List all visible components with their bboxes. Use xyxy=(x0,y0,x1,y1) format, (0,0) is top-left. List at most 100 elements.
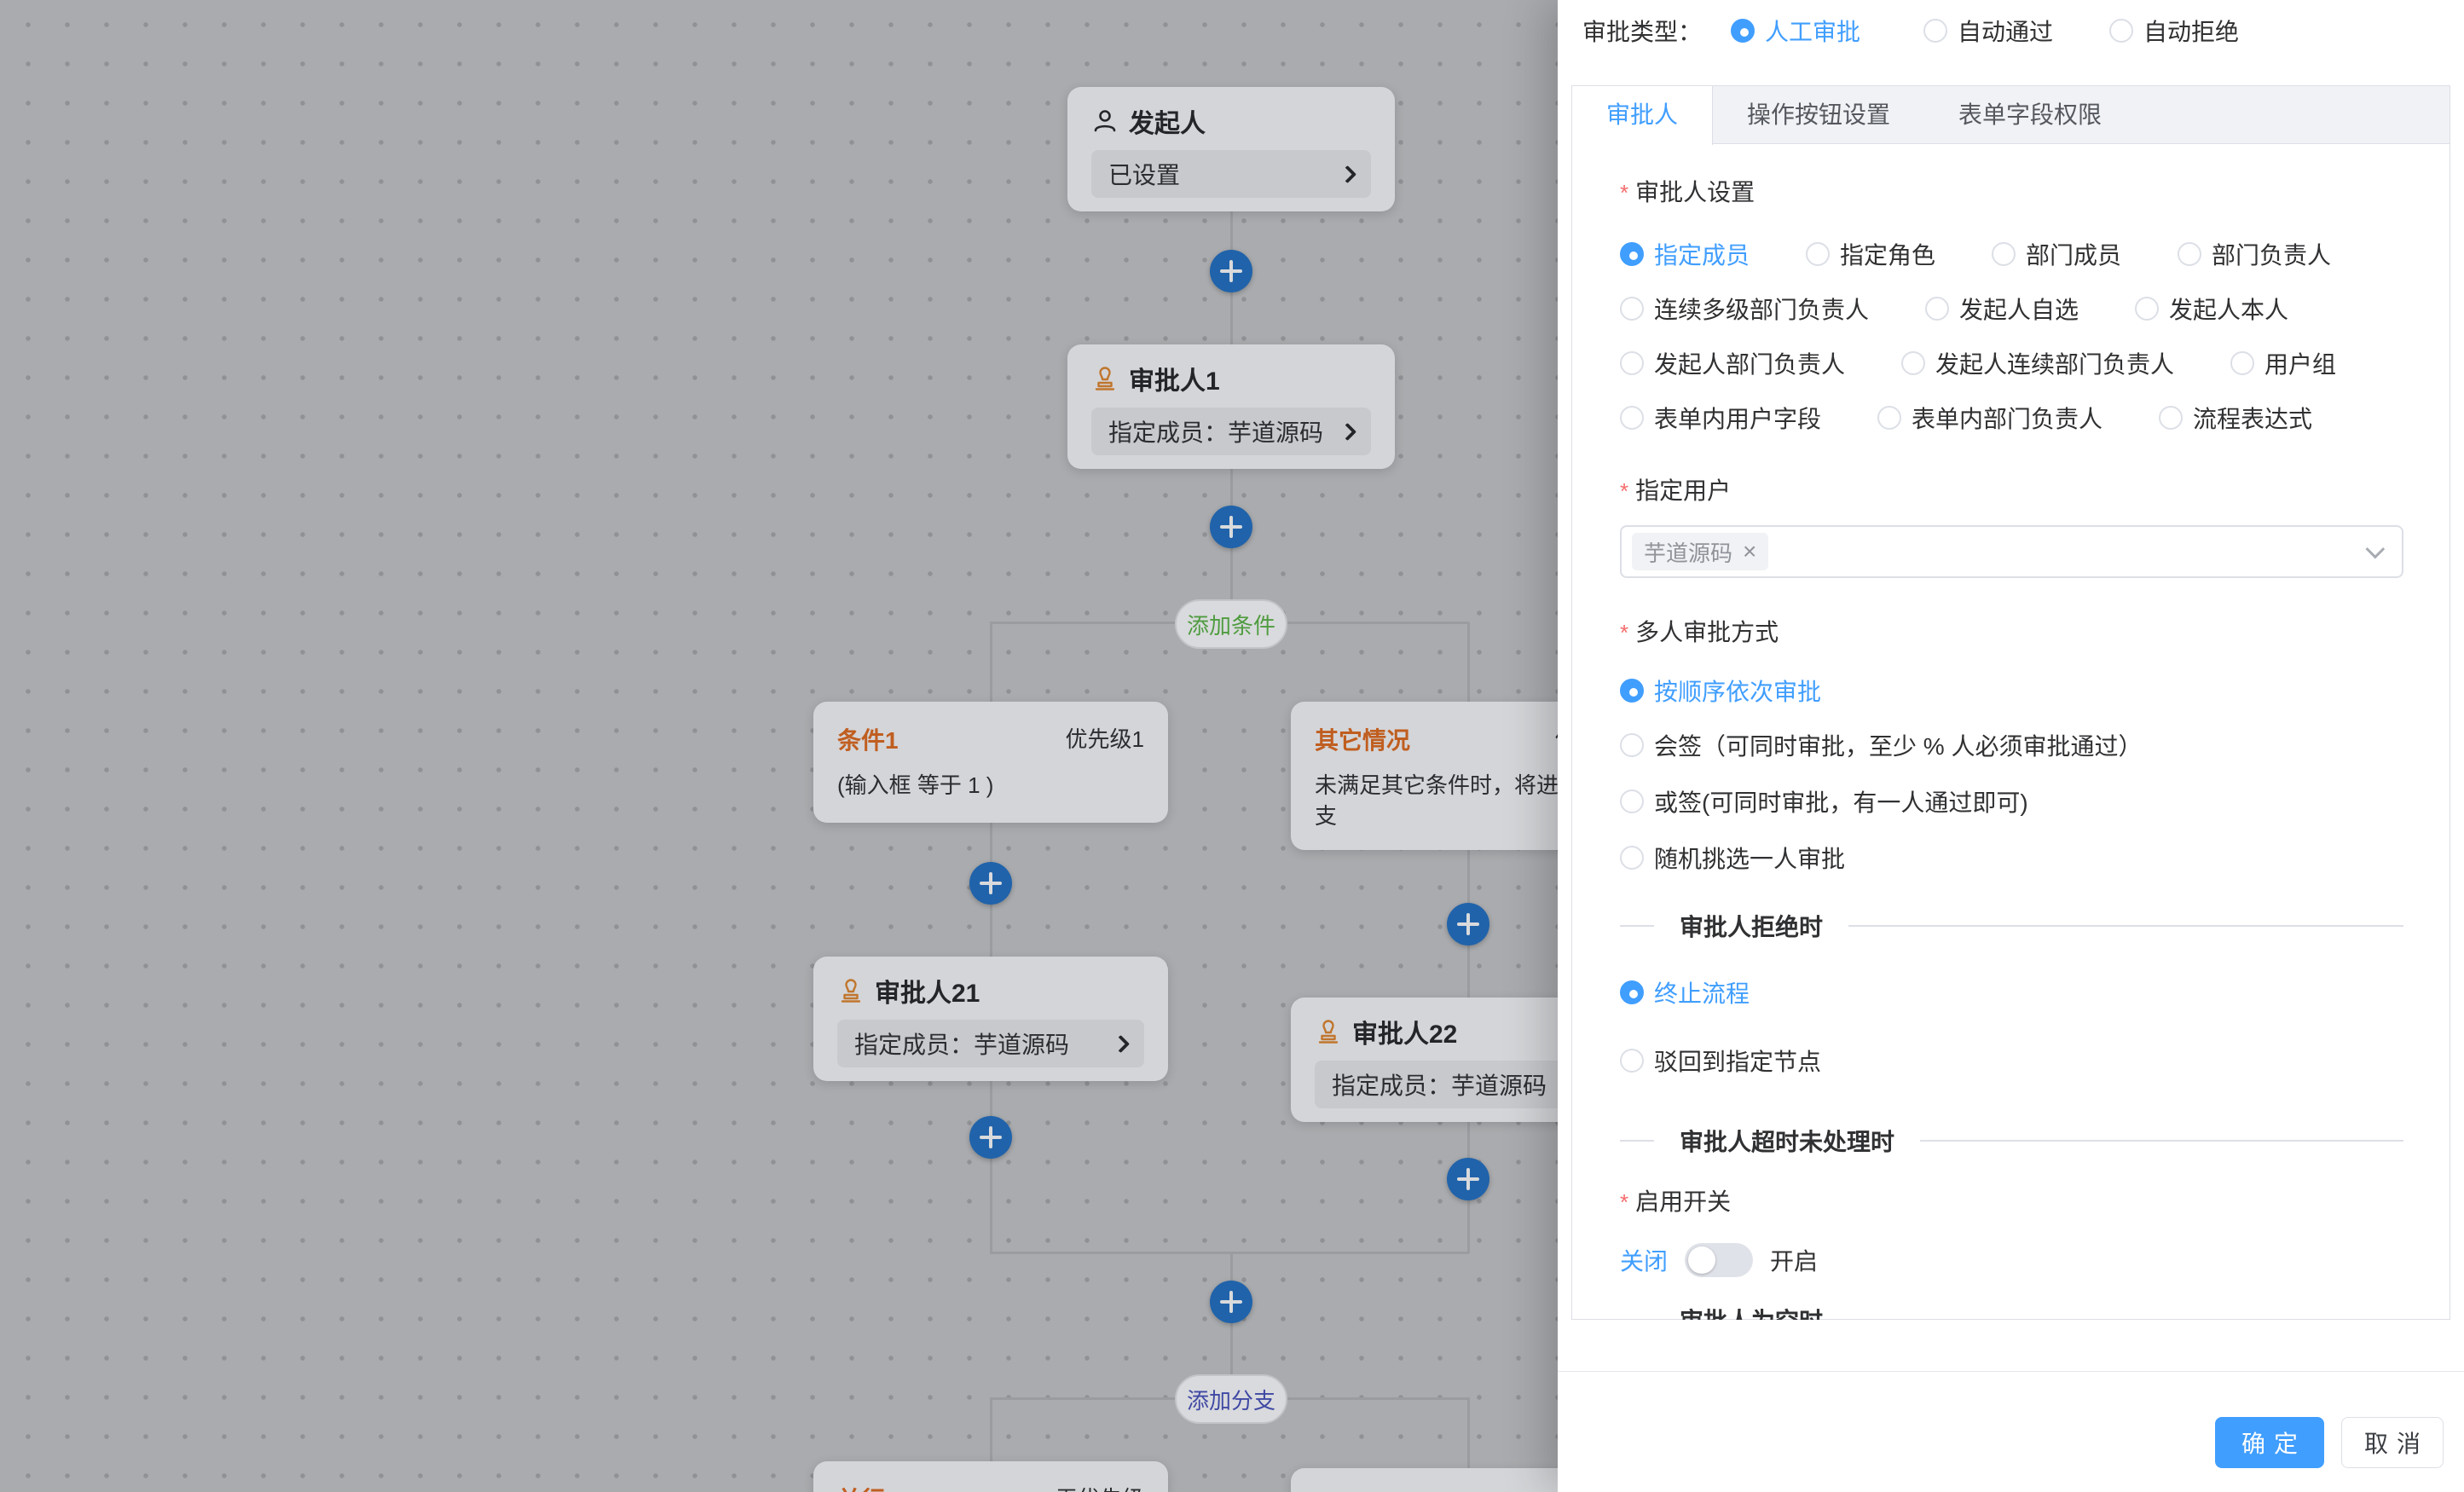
required-asterisk: * xyxy=(1620,1189,1628,1215)
tab-panel-approver: *审批人设置 指定成员 指定角色 部门成员 部门负责人 连续多级部门负责人 发起… xyxy=(1572,144,2450,1320)
condition-title: 并行2 xyxy=(1315,1489,1376,1492)
radio-icon[interactable] xyxy=(1620,980,1644,1004)
condition-title: 其它情况 xyxy=(1315,722,1410,756)
multi-mode-option-sequential[interactable]: 按顺序依次审批 xyxy=(1620,672,2403,709)
reject-section-title: 审批人拒绝时 xyxy=(1680,909,1823,943)
cancel-button[interactable]: 取消 xyxy=(2341,1417,2444,1468)
node-summary: 已设置 xyxy=(1108,157,1180,191)
radio-icon[interactable] xyxy=(1620,846,1644,870)
node-parallel1[interactable]: 并行1 无优先级 xyxy=(813,1461,1168,1492)
footer-divider xyxy=(1558,1371,2464,1372)
add-node-button[interactable] xyxy=(969,862,1012,905)
stamp-icon xyxy=(1091,365,1119,392)
timeout-section-divider: 审批人超时未处理时 xyxy=(1620,1122,2403,1159)
radio-icon[interactable] xyxy=(2230,351,2254,375)
node-approver1[interactable]: 审批人1 指定成员：芋道源码 xyxy=(1067,344,1395,469)
chevron-down-icon[interactable] xyxy=(2366,540,2386,559)
timeout-section-title: 审批人超时未处理时 xyxy=(1680,1124,1894,1158)
add-node-button[interactable] xyxy=(1210,250,1252,292)
radio-icon[interactable] xyxy=(1923,19,1947,43)
switch-off-label: 关闭 xyxy=(1620,1243,1668,1277)
node-summary-row[interactable]: 指定成员：芋道源码 xyxy=(837,1020,1144,1067)
option-initiator-select[interactable]: 发起人自选 xyxy=(1925,292,2079,326)
reject-option-terminate[interactable]: 终止流程 xyxy=(1620,974,2403,1011)
multi-mode-option-countersign[interactable]: 会签（可同时审批，至少 % 人必须审批通过） xyxy=(1620,726,2403,764)
radio-icon[interactable] xyxy=(2109,19,2133,43)
condition-title: 并行1 xyxy=(837,1482,899,1492)
node-summary: 指定成员：芋道源码 xyxy=(854,1026,1069,1061)
option-initiator-self[interactable]: 发起人本人 xyxy=(2135,292,2288,326)
condition-expression: (输入框 等于 1 ) xyxy=(837,770,1144,801)
radio-icon[interactable] xyxy=(1901,351,1925,375)
add-condition-badge[interactable]: 添加条件 xyxy=(1175,599,1287,649)
approver-setting-label: *审批人设置 xyxy=(1620,176,2403,210)
add-branch-badge[interactable]: 添加分支 xyxy=(1175,1374,1287,1424)
radio-icon[interactable] xyxy=(1620,242,1644,266)
radio-icon[interactable] xyxy=(1620,297,1644,321)
approval-type-option-auto-pass[interactable]: 自动通过 xyxy=(1923,14,2053,48)
radio-icon[interactable] xyxy=(2159,406,2183,430)
node-title: 审批人22 xyxy=(1352,1013,1457,1050)
add-node-button[interactable] xyxy=(1210,506,1252,548)
node-title: 发起人 xyxy=(1129,102,1206,140)
approval-type-option-manual[interactable]: 人工审批 xyxy=(1731,14,1860,48)
required-asterisk: * xyxy=(1620,180,1628,205)
chevron-right-icon xyxy=(1339,165,1356,182)
option-multi-level-dept-leader[interactable]: 连续多级部门负责人 xyxy=(1620,292,1869,326)
add-node-button[interactable] xyxy=(1447,903,1489,946)
option-dept-member[interactable]: 部门成员 xyxy=(1992,237,2121,271)
condition-priority: 优先级1 xyxy=(1066,722,1144,754)
radio-icon[interactable] xyxy=(1806,242,1830,266)
radio-icon[interactable] xyxy=(1877,406,1901,430)
radio-icon[interactable] xyxy=(1620,406,1644,430)
add-node-button[interactable] xyxy=(1210,1281,1252,1323)
radio-icon[interactable] xyxy=(1992,242,2016,266)
node-summary-row[interactable]: 已设置 xyxy=(1091,150,1371,198)
option-user-group[interactable]: 用户组 xyxy=(2230,346,2336,380)
option-assigned-role[interactable]: 指定角色 xyxy=(1806,237,1935,271)
tab-action-buttons[interactable]: 操作按钮设置 xyxy=(1713,86,1924,144)
add-node-button[interactable] xyxy=(969,1116,1012,1159)
option-process-expression[interactable]: 流程表达式 xyxy=(2159,401,2312,435)
settings-tabs-card: 审批人 操作按钮设置 表单字段权限 *审批人设置 指定成员 指定角色 部门成员 … xyxy=(1571,85,2450,1320)
radio-icon[interactable] xyxy=(2135,297,2159,321)
node-summary-row[interactable]: 指定成员：芋道源码 xyxy=(1091,408,1371,455)
radio-icon[interactable] xyxy=(1620,733,1644,757)
radio-icon[interactable] xyxy=(1620,1049,1644,1073)
radio-icon[interactable] xyxy=(1925,297,1949,321)
approval-type-option-auto-reject[interactable]: 自动拒绝 xyxy=(2109,14,2239,48)
radio-icon[interactable] xyxy=(2178,242,2201,266)
node-approver21[interactable]: 审批人21 指定成员：芋道源码 xyxy=(813,957,1168,1081)
node-condition1[interactable]: 条件1 优先级1 (输入框 等于 1 ) xyxy=(813,702,1168,823)
enable-toggle[interactable] xyxy=(1685,1243,1753,1277)
option-form-dept-leader[interactable]: 表单内部门负责人 xyxy=(1877,401,2102,435)
assign-user-select[interactable]: 芋道源码 × xyxy=(1620,525,2403,578)
option-initiator-dept-leader[interactable]: 发起人部门负责人 xyxy=(1620,346,1845,380)
tag-close-icon[interactable]: × xyxy=(1743,540,1756,564)
option-dept-leader[interactable]: 部门负责人 xyxy=(2178,237,2331,271)
radio-icon[interactable] xyxy=(1620,789,1644,813)
node-title: 审批人1 xyxy=(1129,360,1220,397)
stamp-icon xyxy=(837,977,865,1004)
option-initiator-multi-dept-leader[interactable]: 发起人连续部门负责人 xyxy=(1901,346,2174,380)
reject-section-divider: 审批人拒绝时 xyxy=(1620,907,2403,945)
tab-approver[interactable]: 审批人 xyxy=(1572,86,1713,145)
chevron-right-icon xyxy=(1112,1034,1130,1052)
node-initiator[interactable]: 发起人 已设置 xyxy=(1067,87,1395,211)
multi-mode-option-random[interactable]: 随机挑选一人审批 xyxy=(1620,839,2403,876)
condition-priority: 无优先级 xyxy=(1056,1482,1144,1492)
radio-icon[interactable] xyxy=(1620,679,1644,703)
option-assigned-member[interactable]: 指定成员 xyxy=(1620,237,1750,271)
multi-mode-option-orsign[interactable]: 或签(可同时审批，有一人通过即可) xyxy=(1620,783,2403,820)
radio-icon[interactable] xyxy=(1731,19,1755,43)
radio-icon[interactable] xyxy=(1620,351,1644,375)
tab-form-field-permission[interactable]: 表单字段权限 xyxy=(1924,86,2136,144)
screen: 发起人 已设置 审批人1 指定成员：芋道源码 xyxy=(0,0,2464,1492)
timeout-enable-row: 关闭 开启 xyxy=(1620,1240,2403,1281)
reject-option-return-node[interactable]: 驳回到指定节点 xyxy=(1620,1042,2403,1079)
confirm-button[interactable]: 确定 xyxy=(2215,1417,2324,1468)
empty-section-divider: 审批人为空时 xyxy=(1620,1301,2403,1320)
required-asterisk: * xyxy=(1620,620,1628,645)
option-form-user-field[interactable]: 表单内用户字段 xyxy=(1620,401,1821,435)
add-node-button[interactable] xyxy=(1447,1158,1489,1200)
